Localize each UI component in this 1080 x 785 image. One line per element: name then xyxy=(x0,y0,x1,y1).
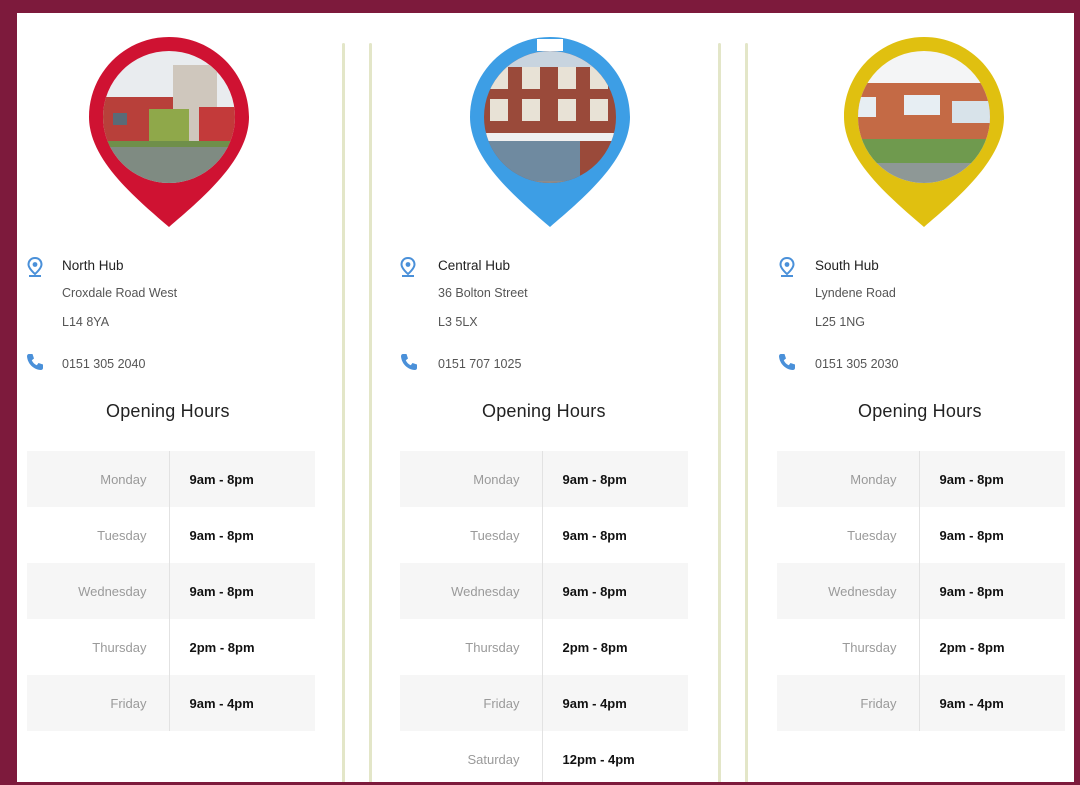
hub-pin-photo xyxy=(89,37,249,227)
opening-hours-title: Opening Hours xyxy=(106,401,230,421)
table-row: Friday 9am - 4pm xyxy=(777,675,1065,731)
table-row: Monday 9am - 8pm xyxy=(400,451,688,507)
hub-card-central: Central Hub 36 Bolton Street L3 5LX 0151… xyxy=(390,13,710,782)
hub-pin-photo xyxy=(470,37,630,227)
time-cell: 9am - 8pm xyxy=(542,451,688,507)
hub-name: South Hub xyxy=(815,258,879,273)
table-row: Wednesday 9am - 8pm xyxy=(400,563,688,619)
hub-postcode: L25 1NG xyxy=(815,315,866,329)
hub-name: Central Hub xyxy=(438,258,511,273)
day-cell: Thursday xyxy=(400,619,543,675)
day-cell: Friday xyxy=(27,675,170,731)
hub-phone-link[interactable]: 0151 707 1025 xyxy=(438,357,521,371)
time-cell: 9am - 4pm xyxy=(169,675,315,731)
time-cell: 9am - 8pm xyxy=(542,563,688,619)
table-row: Friday 9am - 4pm xyxy=(27,675,315,731)
day-cell: Monday xyxy=(400,451,543,507)
table-row: Tuesday 9am - 8pm xyxy=(400,507,688,563)
hub-card-south: South Hub Lyndene Road L25 1NG 0151 305 … xyxy=(767,13,1074,782)
opening-hours-title: Opening Hours xyxy=(858,401,982,421)
time-cell: 2pm - 8pm xyxy=(939,639,1005,655)
table-row: Wednesday 9am - 8pm xyxy=(777,563,1065,619)
time-cell: 9am - 8pm xyxy=(169,563,315,619)
hub-address-line: Croxdale Road West xyxy=(62,286,178,300)
hub-postcode: L3 5LX xyxy=(438,315,478,329)
column-divider xyxy=(745,43,748,782)
day-cell: Tuesday xyxy=(400,507,543,563)
time-cell: 9am - 4pm xyxy=(919,675,1065,731)
location-pin-icon xyxy=(400,256,416,282)
day-cell: Saturday xyxy=(400,731,543,782)
table-row: Thursday 2pm - 8pm xyxy=(777,619,1065,675)
column-divider xyxy=(718,43,721,782)
day-cell: Monday xyxy=(27,451,170,507)
phone-icon xyxy=(400,353,418,376)
day-cell: Wednesday xyxy=(27,563,170,619)
time-cell: 2pm - 8pm xyxy=(562,639,628,655)
day-cell: Tuesday xyxy=(777,507,920,563)
phone-icon xyxy=(778,353,796,376)
opening-hours-title: Opening Hours xyxy=(482,401,606,421)
hub-postcode: L14 8YA xyxy=(62,315,110,329)
hub-address-line: 36 Bolton Street xyxy=(438,286,528,300)
time-cell: 12pm - 4pm xyxy=(562,751,635,767)
hub-pin-photo xyxy=(844,37,1004,227)
hub-address-line: Lyndene Road xyxy=(815,286,896,300)
column-divider xyxy=(342,43,345,782)
table-row: Thursday 2pm - 8pm xyxy=(27,619,315,675)
table-row: Tuesday 9am - 8pm xyxy=(777,507,1065,563)
location-pin-icon xyxy=(779,256,795,282)
hub-name: North Hub xyxy=(62,258,124,273)
hub-phone-link[interactable]: 0151 305 2030 xyxy=(815,357,898,371)
table-row: Saturday 12pm - 4pm xyxy=(400,731,688,782)
time-cell: 9am - 8pm xyxy=(169,451,315,507)
time-cell: 9am - 4pm xyxy=(542,675,688,731)
table-row: Tuesday 9am - 8pm xyxy=(27,507,315,563)
time-cell: 9am - 8pm xyxy=(562,527,627,543)
table-row: Monday 9am - 8pm xyxy=(777,451,1065,507)
location-pin-icon xyxy=(27,256,43,282)
day-cell: Tuesday xyxy=(27,507,170,563)
opening-hours-table: Monday 9am - 8pm Tuesday 9am - 8pm Wednesd… xyxy=(400,451,688,782)
opening-hours-table: Monday 9am - 8pm Tuesday 9am - 8pm Wednesd… xyxy=(27,451,315,731)
time-cell: 2pm - 8pm xyxy=(189,639,255,655)
time-cell: 9am - 8pm xyxy=(919,451,1065,507)
day-cell: Friday xyxy=(400,675,543,731)
column-divider xyxy=(369,43,372,782)
time-cell: 9am - 8pm xyxy=(919,563,1065,619)
day-cell: Thursday xyxy=(777,619,920,675)
hubs-panel: North Hub Croxdale Road West L14 8YA 015… xyxy=(17,13,1074,782)
day-cell: Thursday xyxy=(27,619,170,675)
time-cell: 9am - 8pm xyxy=(189,527,254,543)
decorative-tag xyxy=(537,39,563,51)
table-row: Thursday 2pm - 8pm xyxy=(400,619,688,675)
table-row: Monday 9am - 8pm xyxy=(27,451,315,507)
hub-card-north: North Hub Croxdale Road West L14 8YA 015… xyxy=(17,13,337,782)
time-cell: 9am - 8pm xyxy=(939,527,1004,543)
table-row: Wednesday 9am - 8pm xyxy=(27,563,315,619)
table-row: Friday 9am - 4pm xyxy=(400,675,688,731)
opening-hours-table: Monday 9am - 8pm Tuesday 9am - 8pm Wednesd… xyxy=(777,451,1065,731)
day-cell: Wednesday xyxy=(400,563,543,619)
hub-phone-link[interactable]: 0151 305 2040 xyxy=(62,357,145,371)
day-cell: Monday xyxy=(777,451,920,507)
phone-icon xyxy=(26,353,44,376)
day-cell: Wednesday xyxy=(777,563,920,619)
day-cell: Friday xyxy=(777,675,920,731)
